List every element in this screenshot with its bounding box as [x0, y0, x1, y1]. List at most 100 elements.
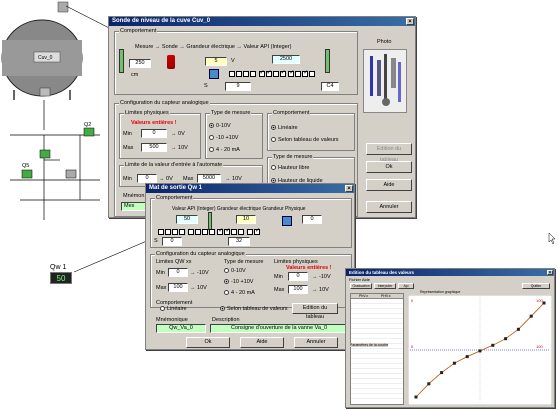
close-icon[interactable]: ×: [345, 185, 353, 192]
tank-cuv-0[interactable]: [1, 1, 83, 100]
close-icon[interactable]: ×: [406, 18, 414, 25]
level-gauge: [119, 49, 124, 73]
vanne-min-field[interactable]: 0: [168, 268, 188, 277]
radio-pm10[interactable]: -10 +10V: [209, 135, 238, 141]
chart-tick-right-mid: 100: [536, 344, 543, 349]
vanne-edition-button[interactable]: Edition du tableau: [292, 303, 338, 320]
vanne-phys-max-field[interactable]: 100: [288, 285, 308, 294]
radio-tableau[interactable]: Selon tableau de valeurs: [271, 137, 339, 143]
vanne-phys-min-field[interactable]: 0: [288, 272, 308, 281]
vanne-phys-min-label: Min: [274, 274, 283, 280]
curve-point[interactable]: [465, 355, 469, 359]
qw-badge-value[interactable]: 50: [50, 272, 72, 284]
ok-button[interactable]: Ok: [366, 161, 412, 173]
graph-label: Représentation graphique: [420, 290, 461, 294]
vanne-annuler-button[interactable]: Annuler: [294, 337, 338, 348]
qw-badge-label: Qw 1: [50, 264, 67, 271]
level-field[interactable]: 250: [129, 59, 151, 68]
vanne-valeurs-entieres: Valeurs entières !: [286, 265, 332, 271]
vanne-bit-b[interactable]: 32: [228, 237, 250, 246]
vanne-elec-field[interactable]: 10: [236, 215, 256, 224]
vanne-aide-button[interactable]: Aide: [240, 337, 284, 348]
interpoler-button[interactable]: Interpoler: [374, 283, 396, 289]
vanne-max-field[interactable]: 100: [168, 283, 188, 292]
radio-lineaire[interactable]: Linéaire: [271, 125, 298, 131]
menu-fichier[interactable]: Fichier: [349, 277, 361, 282]
max-arrow: → 10V: [171, 145, 188, 151]
curve-point[interactable]: [452, 361, 456, 365]
hex-value-field[interactable]: C4: [321, 82, 339, 91]
api-min-field[interactable]: 0: [137, 174, 157, 183]
sensor-photo: [363, 49, 407, 113]
api-gauge: [325, 49, 330, 73]
col-header-2: PHV.x: [381, 294, 391, 298]
vanne-radio-lineaire[interactable]: Linéaire: [160, 306, 187, 312]
values-table[interactable]: PhV.x PHV.x: [350, 293, 404, 405]
max-field[interactable]: 500: [141, 143, 167, 152]
min-label: Min: [123, 131, 132, 137]
photo-label: Photo: [377, 39, 392, 45]
electric-field[interactable]: 5: [205, 57, 227, 66]
tank-label: Cuv_0: [38, 55, 53, 61]
vanne-radio-2[interactable]: -10 +10V: [224, 279, 253, 285]
curve-point[interactable]: [414, 395, 418, 399]
aide-button[interactable]: Aide: [366, 179, 412, 191]
plc-icon: [282, 216, 292, 226]
vanne-max-label: Max: [156, 285, 167, 291]
min-field[interactable]: 0: [141, 129, 167, 138]
api-min-label: Min: [123, 176, 132, 182]
curve-point[interactable]: [478, 349, 482, 353]
valeurs-entieres: Valeurs entières !: [131, 120, 177, 126]
api-field[interactable]: 2500: [272, 55, 300, 64]
vanne-dialog: Mat de sortie Qw 1 × Comportement Valeur…: [145, 183, 355, 350]
curve-point[interactable]: [529, 314, 533, 318]
edition-tableau-button[interactable]: Edition du tableau: [366, 143, 412, 163]
annuler-button[interactable]: Annuler: [366, 201, 412, 213]
radio-0-10[interactable]: 0-10V: [209, 123, 231, 129]
vanne-limites-qw: Limites QW xx: [156, 259, 192, 265]
graduation-button[interactable]: Graduation: [350, 283, 372, 289]
curve-point[interactable]: [516, 327, 520, 331]
curve-point[interactable]: [542, 301, 546, 305]
sensor-icon: [167, 55, 175, 69]
vanne-max-arrow: → 10V: [190, 285, 207, 291]
vanne-radio-3[interactable]: 4 - 20 mA: [224, 290, 255, 296]
vanne-description-field[interactable]: Consigne d'ouverture de la vanne Va_0: [210, 324, 348, 333]
api-max-label: Max: [183, 176, 194, 182]
curve-point[interactable]: [491, 343, 495, 347]
vanne-bit-a[interactable]: 0: [162, 237, 182, 246]
bit-value-field[interactable]: 9: [225, 82, 251, 91]
close-icon[interactable]: ×: [547, 270, 553, 276]
valve-icon[interactable]: [21, 127, 95, 179]
chart-tick-right-top: 100: [536, 298, 543, 303]
plc-icon: [209, 69, 219, 79]
vanne-ok-button[interactable]: Ok: [186, 337, 230, 348]
vanne-min-arrow: → -10V: [190, 270, 209, 276]
quitter-button[interactable]: Quitter: [522, 283, 550, 289]
vanne-mnemonique-label: Mnémonique: [156, 317, 188, 323]
vanne-api-gauge: [208, 212, 212, 230]
sonde-dialog-title: Sonde de niveau de la cuve Cuv_0: [112, 18, 211, 24]
vanne-phys-field[interactable]: 0: [302, 215, 322, 224]
curve-point[interactable]: [427, 382, 431, 386]
bit-row: [229, 69, 316, 79]
curve-point[interactable]: [504, 337, 508, 341]
mesure-chain: Mesure → Sonde → Grandeur électrique → V…: [135, 44, 292, 50]
vanne-min-label: Min: [156, 270, 165, 276]
vanne-bit-row: [158, 227, 261, 237]
mnemonic-label: Mnémon: [123, 193, 145, 199]
vanne-dialog-title: Mat de sortie Qw 1: [149, 185, 203, 191]
vanne-api-field[interactable]: 50: [176, 215, 198, 224]
cursor-icon: [548, 232, 556, 245]
api-max-arrow: → 10V: [225, 176, 242, 182]
ajouter-button[interactable]: Ajo: [398, 283, 414, 289]
curve-point[interactable]: [440, 371, 444, 375]
vanne-radio-tableau[interactable]: Selon tableau de valeurs: [220, 306, 288, 312]
bit-s-label: S: [204, 83, 208, 89]
api-max-field[interactable]: 5000: [197, 174, 221, 183]
vanne-mnemonique-field[interactable]: Qw_Va_0: [156, 324, 206, 333]
menu-aide[interactable]: Aide: [362, 277, 370, 282]
radio-hauteur-libre[interactable]: Hauteur libre: [271, 165, 310, 171]
vanne-radio-1[interactable]: 0-10V: [224, 268, 246, 274]
radio-4-20[interactable]: 4 - 20 mA: [209, 147, 240, 153]
